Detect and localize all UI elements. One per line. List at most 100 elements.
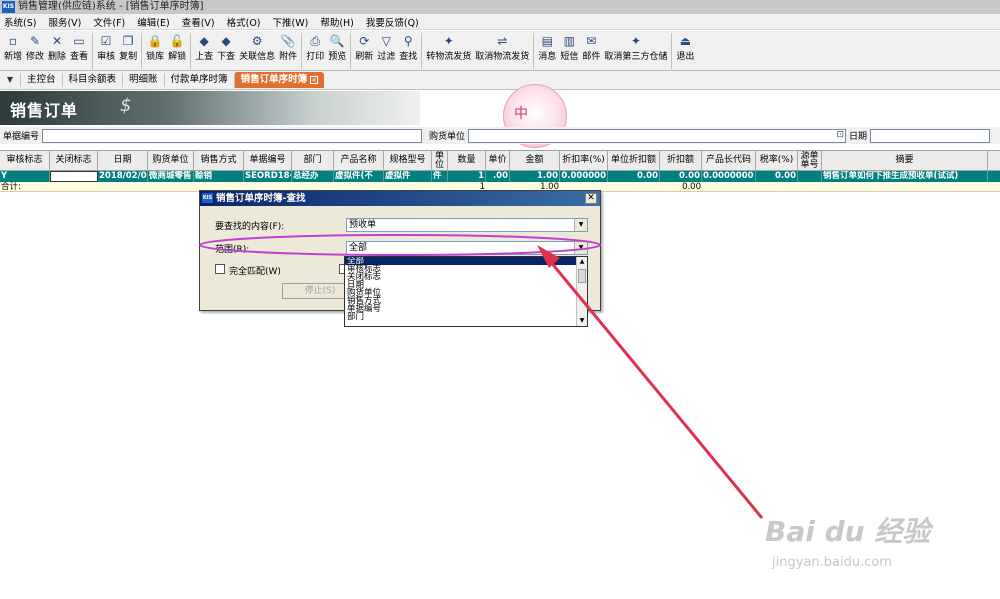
menu-file[interactable]: 文件(F) <box>93 15 125 29</box>
table-cell[interactable]: 赊销 <box>194 171 244 182</box>
toolbar-button-exit[interactable]: ⏏ 退出 <box>674 31 696 63</box>
column-header[interactable]: 购货单位 <box>148 151 194 170</box>
table-cell[interactable]: 0.00 <box>756 171 798 182</box>
table-cell[interactable]: SEORD18-0 <box>244 171 292 182</box>
dropdown-option[interactable]: 全部 <box>345 257 587 265</box>
table-cell[interactable] <box>50 171 98 182</box>
dropdown-scrollbar[interactable]: ▲ ▼ <box>576 257 587 326</box>
find-content-combo[interactable]: 预收单 ▼ <box>346 218 588 232</box>
menu-push-down[interactable]: 下推(W) <box>273 15 309 29</box>
table-cell[interactable]: 1 <box>448 171 486 182</box>
menu-help[interactable]: 帮助(H) <box>320 15 354 29</box>
toolbar-button-new[interactable]: ▫ 新增 <box>2 31 24 63</box>
column-header[interactable]: 部门 <box>292 151 334 170</box>
column-header[interactable]: 金额 <box>510 151 560 170</box>
toolbar-button-find[interactable]: ⚲ 查找 <box>397 31 419 63</box>
column-header[interactable]: 销售方式 <box>194 151 244 170</box>
dropdown-option[interactable]: 购货单位 <box>345 289 587 298</box>
scroll-up-icon[interactable]: ▲ <box>577 257 587 267</box>
table-cell[interactable]: 总经办 <box>292 171 334 182</box>
column-header[interactable]: 关闭标志 <box>50 151 98 170</box>
column-header[interactable]: 单位折扣额 <box>608 151 660 170</box>
toolbar-button-cancel-logistics[interactable]: ⇌ 取消物流发货 <box>473 31 531 63</box>
column-header[interactable]: 单价 <box>486 151 510 170</box>
table-cell[interactable]: 0.0000000 <box>702 171 756 182</box>
toolbar-button-logistics[interactable]: ✦ 转物流发货 <box>424 31 473 63</box>
lookup-icon[interactable]: ⊡ <box>836 130 844 140</box>
dropdown-option[interactable]: 关闭标志 <box>345 273 587 282</box>
tab-console[interactable]: 主控台 <box>20 73 62 87</box>
table-cell[interactable]: Y <box>0 171 50 182</box>
toolbar-button-delete[interactable]: ✕ 删除 <box>46 31 68 63</box>
menu-system[interactable]: 系统(S) <box>4 15 36 29</box>
table-cell[interactable]: 虚拟件 <box>384 171 432 182</box>
column-header[interactable]: 规格型号 <box>384 151 432 170</box>
table-cell[interactable] <box>798 171 822 182</box>
column-header[interactable]: 数量 <box>448 151 486 170</box>
toolbar-button-cancel-warehouse[interactable]: ✦ 取消第三方仓储 <box>602 31 669 63</box>
dropdown-option[interactable]: 销售方式 <box>345 297 587 306</box>
toolbar-button-print[interactable]: ⎙ 打印 <box>304 31 326 63</box>
toolbar-button-edit[interactable]: ✎ 修改 <box>24 31 46 63</box>
table-cell[interactable]: 1.00 <box>510 171 560 182</box>
column-header[interactable]: 摘要 <box>822 151 988 170</box>
column-header[interactable]: 产品名称 <box>334 151 384 170</box>
menu-edit[interactable]: 编辑(E) <box>137 15 169 29</box>
tab-sales-order-list[interactable]: 销售订单序时簿 ✕ <box>233 72 325 88</box>
dropdown-option[interactable]: 审核标志 <box>345 265 587 274</box>
table-cell[interactable]: 0.000000 <box>560 171 608 182</box>
tab-ledger-detail[interactable]: 明细账 <box>122 73 164 87</box>
toolbar-button-copy[interactable]: ❐ 复制 <box>117 31 139 63</box>
date-input[interactable] <box>870 128 991 143</box>
toolbar-button-attachment[interactable]: 📎 附件 <box>277 31 299 63</box>
dropdown-option[interactable]: 日期 <box>345 281 587 290</box>
menu-feedback[interactable]: 我要反馈(Q) <box>366 15 419 29</box>
menu-format[interactable]: 格式(O) <box>227 15 261 29</box>
toolbar-button-sms[interactable]: ▥ 短信 <box>558 31 580 63</box>
buyer-input[interactable]: ⊡ <box>468 128 847 143</box>
toolbar-button-down-query[interactable]: ◆ 下查 <box>215 31 237 63</box>
table-cell[interactable]: 虚拟件(不 <box>334 171 384 182</box>
toolbar-button-related-info[interactable]: ⚙ 关联信息 <box>237 31 277 63</box>
scroll-down-icon[interactable]: ▼ <box>577 316 587 326</box>
menu-view[interactable]: 查看(V) <box>182 15 215 29</box>
toolbar-button-lock[interactable]: 🔒 锁库 <box>144 31 166 63</box>
table-cell[interactable]: .00 <box>486 171 510 182</box>
nav-dropdown-icon[interactable]: ▼ <box>3 73 17 87</box>
toolbar-button-message[interactable]: ▤ 消息 <box>536 31 558 63</box>
table-cell[interactable]: 销售订单如何下推生成预收单(试试) <box>822 171 988 182</box>
column-header[interactable]: 源单单号 <box>798 151 822 170</box>
column-header[interactable]: 产品长代码 <box>702 151 756 170</box>
column-header[interactable]: 审核标志 <box>0 151 50 170</box>
column-header[interactable]: 日期 <box>98 151 148 170</box>
exact-match-checkbox[interactable] <box>215 264 225 274</box>
column-header[interactable]: 单据编号 <box>244 151 292 170</box>
table-cell[interactable]: 2018/02/0 <box>98 171 148 182</box>
column-header[interactable]: 折扣额 <box>660 151 702 170</box>
close-icon[interactable]: ✕ <box>585 193 597 204</box>
toolbar-button-view[interactable]: ▭ 查看 <box>68 31 90 63</box>
tab-account-balance[interactable]: 科目余额表 <box>61 73 123 87</box>
table-cell[interactable]: 0.00 <box>660 171 702 182</box>
toolbar-button-refresh[interactable]: ⟳ 刷新 <box>353 31 375 63</box>
toolbar-button-mail[interactable]: ✉ 邮件 <box>580 31 602 63</box>
toolbar-button-up-query[interactable]: ◆ 上查 <box>193 31 215 63</box>
column-header[interactable]: 税率(%) <box>756 151 798 170</box>
chevron-down-icon[interactable]: ▼ <box>574 242 587 254</box>
column-header[interactable]: 折扣率(%) <box>560 151 608 170</box>
toolbar-button-filter[interactable]: ▽ 过滤 <box>375 31 397 63</box>
table-row[interactable]: Y2018/02/0微商城零售赊销SEORD18-0总经办虚拟件(不虚拟件件1.… <box>0 171 1000 182</box>
toolbar-button-preview[interactable]: 🔍 预览 <box>326 31 348 63</box>
table-cell[interactable]: 件 <box>432 171 448 182</box>
chevron-down-icon[interactable]: ▼ <box>574 219 587 231</box>
tab-payment-list[interactable]: 付款单序时簿 <box>163 73 234 87</box>
dropdown-option[interactable]: 单据编号 <box>345 305 587 314</box>
doc-no-input[interactable] <box>42 128 423 143</box>
close-tab-icon[interactable]: ✕ <box>310 75 319 84</box>
dropdown-option[interactable]: 部门 <box>345 313 587 322</box>
table-cell[interactable]: 微商城零售 <box>148 171 194 182</box>
table-cell[interactable]: 0.00 <box>608 171 660 182</box>
scroll-thumb[interactable] <box>578 269 586 283</box>
column-header[interactable]: 单位 <box>432 151 448 170</box>
menu-service[interactable]: 服务(V) <box>48 15 81 29</box>
